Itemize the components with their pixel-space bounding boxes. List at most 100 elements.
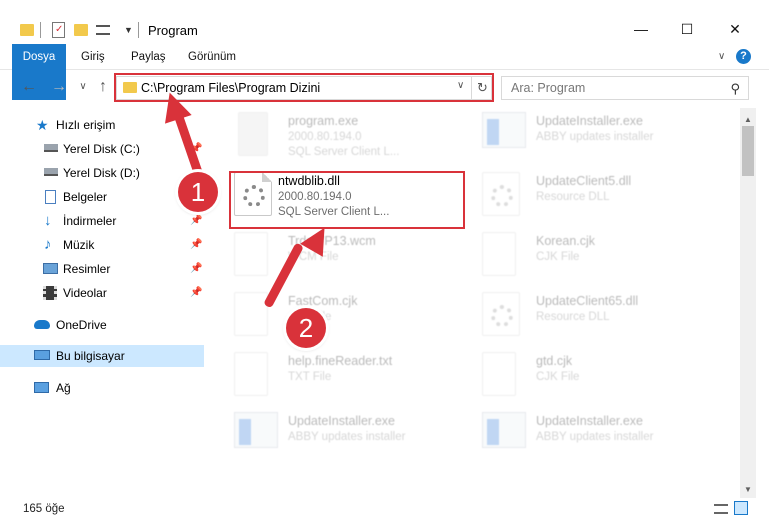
step-2-badge: 2 [286,308,326,348]
file-item[interactable]: gtd.cjk CJK File [460,348,700,404]
recent-locations-button[interactable]: ∨ [74,78,92,96]
installer-file-icon [482,112,526,148]
new-folder-icon[interactable] [74,24,88,36]
cloud-icon [34,320,50,329]
close-button[interactable]: ✕ [712,14,758,44]
search-box[interactable]: Ara: Program ⚲ [501,76,749,100]
file-item[interactable]: UpdateInstaller.exe ABBY updates install… [212,408,452,464]
nav-item-label: Hızlı erişim [56,118,116,132]
generic-file-icon [482,232,516,276]
file-description: Resource DLL [536,311,610,323]
file-name: UpdateInstaller.exe [536,414,644,428]
file-name: gtd.cjk [536,354,573,368]
installer-file-icon [482,412,526,448]
maximize-button[interactable]: ☐ [664,14,710,44]
network-icon [34,382,49,393]
file-description: CJK File [536,371,580,383]
file-item[interactable]: help.fineReader.txt TXT File [212,348,452,404]
vertical-scrollbar[interactable]: ▲ ▼ [740,108,756,498]
nav-item-onedrive[interactable]: OneDrive [0,314,204,336]
folder-icon [20,24,34,36]
title-separator [138,22,139,38]
title-bar: ✓ ▼ Program — ☐ ✕ [0,0,769,42]
nav-item-videos[interactable]: Videolar 📌 [8,282,212,304]
generic-file-icon [482,352,516,396]
file-list: program.exe 2000.80.194.0 SQL Server Cli… [212,108,740,498]
file-name: program.exe [288,114,359,128]
nav-item-downloads[interactable]: ↓ İndirmeler 📌 [8,210,212,232]
text-file-icon [234,352,268,396]
up-button[interactable]: ↑ [94,78,112,96]
file-description: Resource DLL [536,191,610,203]
file-name: FastCom.cjk [288,294,358,308]
file-name: UpdateInstaller.exe [536,114,644,128]
file-item[interactable]: UpdateInstaller.exe ABBY updates install… [460,408,700,464]
file-item[interactable]: UpdateClient5.dll Resource DLL [460,168,700,224]
file-name: help.fineReader.txt [288,354,393,368]
nav-item-pictures[interactable]: Resimler 📌 [8,258,212,280]
pictures-icon [43,263,58,274]
file-item[interactable]: Korean.cjk CJK File [460,228,700,284]
separator [40,22,41,38]
details-view-icon[interactable] [714,504,728,514]
ribbon-tabs: Dosya Giriş Paylaş Görünüm ∨ ? [0,44,769,100]
nav-item-label: İndirmeler [63,214,117,228]
nav-item-label: Müzik [63,238,95,252]
window-title: Program [148,23,198,38]
file-description: ABBY updates installer [288,431,406,443]
file-version: 2000.80.194.0 [288,131,362,143]
installer-file-icon [234,412,278,448]
file-description: TXT File [288,371,332,383]
computer-icon [34,350,50,360]
status-bar: 165 öğe [0,498,769,529]
scroll-thumb[interactable] [742,126,754,176]
nav-item-music[interactable]: ♪ Müzik 📌 [8,234,212,256]
file-name: UpdateClient5.dll [536,174,632,188]
file-item[interactable]: UpdateInstaller.exe ABBY updates install… [460,108,700,164]
minimize-button[interactable]: — [618,14,664,44]
file-item[interactable]: program.exe 2000.80.194.0 SQL Server Cli… [212,108,452,164]
step-1-badge: 1 [178,172,218,212]
pin-icon: 📌 [190,287,203,298]
properties-icon[interactable]: ✓ [52,22,65,38]
nav-item-label: Resimler [63,262,111,276]
help-icon[interactable]: ? [736,49,751,64]
exe-file-icon [238,112,268,156]
file-description: SQL Server Client L... [288,146,400,158]
nav-item-label: Yerel Disk (D:) [63,166,140,180]
documents-icon [45,190,56,204]
tab-home[interactable]: Giriş [81,44,105,70]
nav-item-label: Videolar [63,286,107,300]
ribbon-collapse-icon[interactable]: ∨ [718,44,725,70]
back-button[interactable]: ← [20,78,38,96]
gear-icon [491,305,513,327]
videos-icon [43,286,57,300]
generic-file-icon [234,232,268,276]
search-icon[interactable]: ⚲ [730,81,740,97]
forward-button[interactable]: → [50,78,68,96]
scroll-down-arrow-icon[interactable]: ▼ [740,482,756,498]
nav-item-local-disk-c[interactable]: Yerel Disk (C:) 📌 [8,138,212,160]
dropdown-icon[interactable]: ▼ [124,22,134,38]
file-item[interactable]: UpdateClient65.dll Resource DLL [460,288,700,344]
file-description: CJK File [536,251,580,263]
nav-item-label: Bu bilgisayar [56,349,125,363]
nav-item-network[interactable]: Ağ [0,377,204,399]
pin-icon: 📌 [190,215,203,226]
tab-view[interactable]: Görünüm [188,44,236,70]
nav-item-label: OneDrive [56,318,107,332]
customize-toolbar-icon[interactable] [96,25,110,35]
nav-item-label: Yerel Disk (C:) [63,142,140,156]
dll-file-icon [482,172,520,216]
item-count: 165 öğe [23,503,65,515]
search-placeholder[interactable]: Ara: Program [511,81,585,95]
file-item[interactable]: FastCom.cjk CJK File [212,288,452,344]
file-description: ABBY updates installer [536,131,654,143]
pin-icon: 📌 [190,239,203,250]
generic-file-icon [234,292,268,336]
tab-share[interactable]: Paylaş [131,44,166,70]
large-icons-view-icon[interactable] [734,501,748,515]
nav-item-this-pc[interactable]: Bu bilgisayar [0,345,204,367]
navigation-pane: ★ Hızlı erişim Yerel Disk (C:) 📌 Yerel D… [0,108,204,498]
drive-icon [44,144,58,152]
